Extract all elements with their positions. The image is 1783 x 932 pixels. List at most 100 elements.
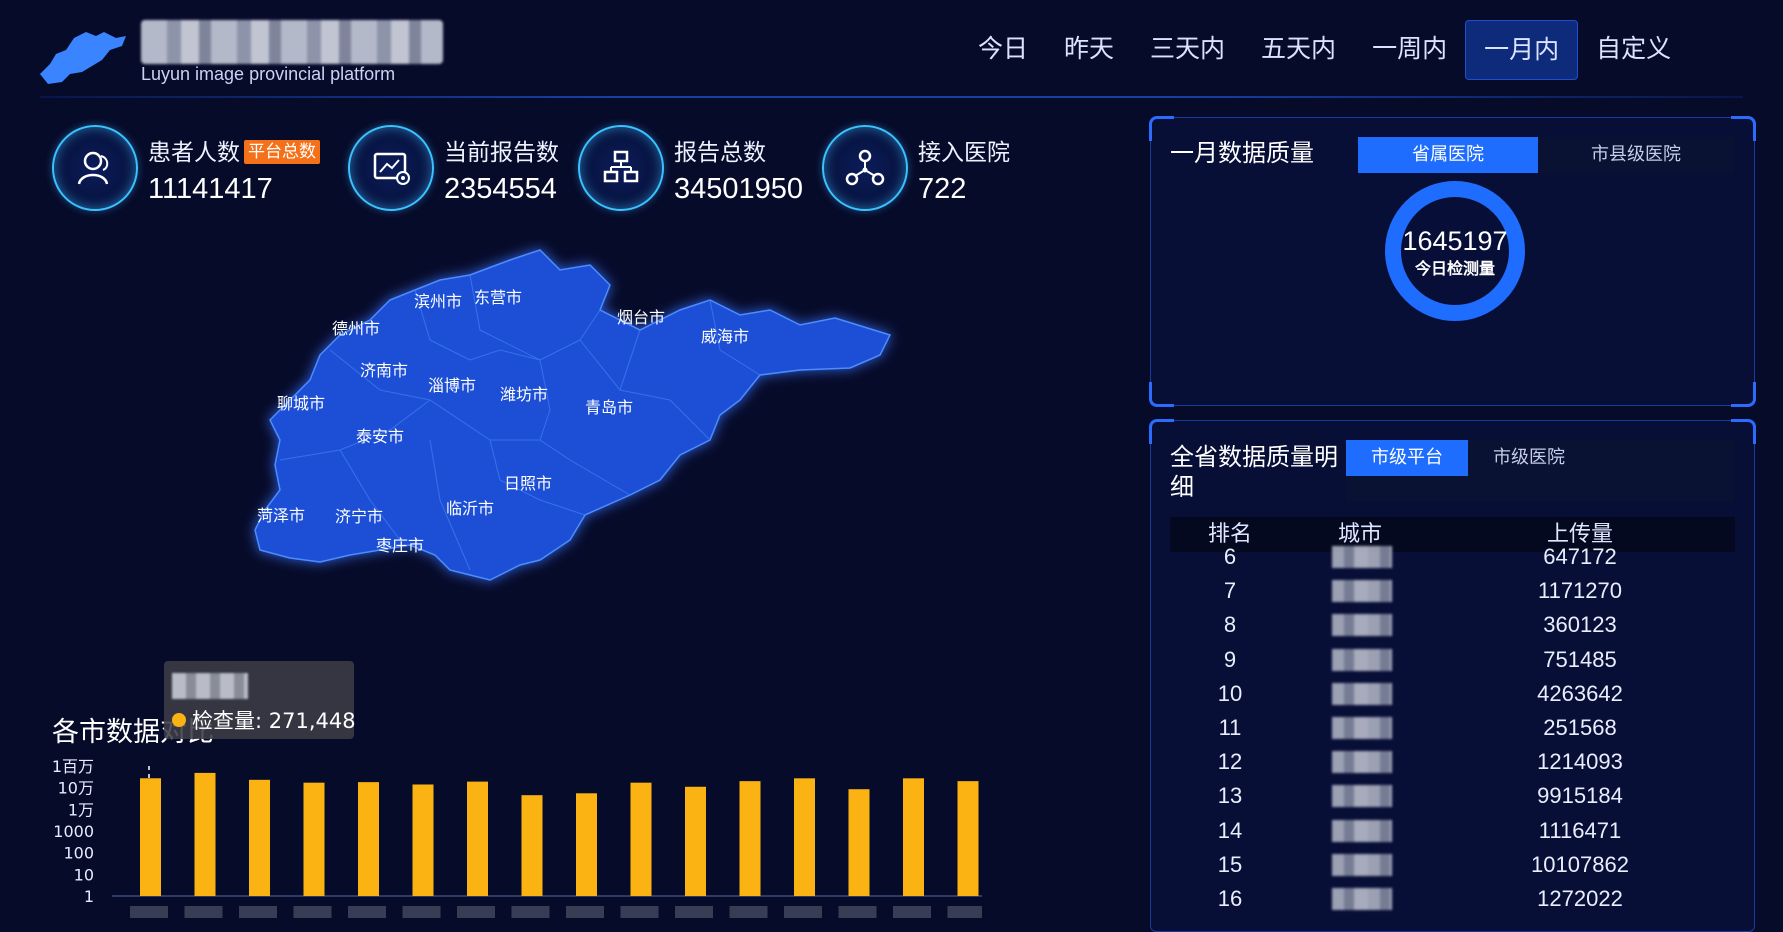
city-label-weihai[interactable]: 威海市 [701,327,749,346]
stat-total-reports: 报告总数 34501950 [578,125,818,215]
city-redacted [1332,888,1392,910]
x-tick-label-redacted [130,906,168,918]
x-tick-label-redacted [566,906,604,918]
rank-cell: 6 [1223,544,1237,569]
city-cell [1290,608,1430,642]
tab-city-platform[interactable]: 市级平台 [1346,440,1468,476]
bar[interactable] [739,781,761,896]
monitor-report-icon [348,125,434,211]
city-redacted [1332,853,1392,876]
rank-cell: 12 [1217,749,1243,775]
bar[interactable] [903,778,924,896]
patients-icon [52,125,138,211]
tab-five-days[interactable]: 五天内 [1243,20,1354,78]
tab-three-days[interactable]: 三天内 [1132,20,1243,78]
city-redacted [1332,717,1392,739]
y-tick-label: 1 [84,887,94,906]
bar[interactable] [576,793,597,896]
city-label-dezhou[interactable]: 德州市 [332,319,380,338]
city-redacted [1332,580,1392,603]
upload-cell: 647172 [1543,544,1617,569]
city-label-qingdao[interactable]: 青岛市 [585,398,633,417]
city-redacted [1332,546,1392,568]
x-tick-label-redacted [184,906,223,918]
upload-cell: 751485 [1543,646,1617,672]
tab-one-week[interactable]: 一周内 [1354,20,1465,78]
table-row[interactable]: 14 1116471 [1170,814,1735,848]
table-row[interactable]: 7 1171270 [1170,574,1735,608]
bar[interactable] [630,782,652,896]
y-tick-label: 10 [74,865,94,884]
tooltip-city-redacted [172,673,248,699]
x-tick-label-redacted [729,906,768,918]
city-label-rizhao[interactable]: 日照市 [504,474,552,493]
bar[interactable] [794,778,815,896]
bar[interactable] [194,772,216,896]
bar[interactable] [467,781,488,896]
city-label-zibo[interactable]: 淄博市 [428,376,476,395]
city-label-binzhou[interactable]: 滨州市 [414,292,462,311]
upload-cell: 1272022 [1537,886,1623,911]
bar[interactable] [412,784,434,896]
city-label-jinan[interactable]: 济南市 [360,361,408,380]
table-row[interactable]: 13 9915184 [1170,779,1735,813]
bar[interactable] [249,779,270,896]
table-row[interactable]: 11 251568 [1170,711,1735,745]
city-label-linyi[interactable]: 临沂市 [446,499,494,518]
tab-city-hospital[interactable]: 市级医院 [1468,440,1590,476]
city-label-jining[interactable]: 济宁市 [335,507,383,526]
city-redacted [1332,785,1392,808]
table-row[interactable]: 12 1214093 [1170,745,1735,779]
city-cell [1290,814,1430,848]
rank-cell: 13 [1217,783,1243,809]
x-tick-label-redacted [511,906,550,918]
table-row[interactable]: 15 10107862 [1170,848,1735,882]
table-row[interactable]: 6 647172 [1170,540,1735,574]
bar[interactable] [303,782,325,896]
time-range-tabs: 今日 昨天 三天内 五天内 一周内 一月内 自定义 [960,20,1689,80]
bar[interactable] [848,789,870,896]
tab-yesterday[interactable]: 昨天 [1046,20,1132,78]
city-comparison-chart[interactable]: 1 10 100 1000 1万 10万 1百万 [52,752,982,922]
tab-today[interactable]: 今日 [960,20,1046,78]
stat-value: 2354554 [444,173,557,205]
bar[interactable] [685,786,706,896]
table-row[interactable]: 8 360123 [1170,608,1735,642]
upload-cell: 360123 [1543,612,1617,638]
y-tick-label: 1百万 [52,757,94,776]
city-label-weifang[interactable]: 潍坊市 [500,385,548,404]
bar[interactable] [521,795,543,896]
tab-county-hospital[interactable]: 市县级医院 [1538,137,1734,173]
tooltip-series-dot [172,713,186,727]
tab-one-month[interactable]: 一月内 [1465,20,1579,80]
city-label-taian[interactable]: 泰安市 [356,427,404,446]
table-row[interactable]: 10 4263642 [1170,677,1735,711]
city-cell [1290,711,1430,745]
x-tick-label-redacted [402,906,441,918]
x-tick-label-redacted [239,906,277,918]
table-row[interactable]: 16 1272022 [1170,882,1735,916]
stat-value: 34501950 [674,173,804,205]
stat-value: 722 [918,173,967,205]
city-label-zaozhuang[interactable]: 枣庄市 [376,536,424,555]
tab-provincial-hospital[interactable]: 省属医院 [1358,137,1538,173]
x-tick-label-redacted [838,906,877,918]
table-row[interactable]: 9 751485 [1170,643,1735,677]
bar[interactable] [140,778,161,896]
upload-cell: 1171270 [1537,578,1622,604]
shandong-map[interactable]: 滨州市 东营市 德州市 烟台市 威海市 济南市 淄博市 潍坊市 聊城市 青岛市 … [240,240,920,700]
stat-current-reports: 当前报告数 2354554 [348,125,588,215]
y-tick-label: 1万 [68,800,94,819]
city-label-dongying[interactable]: 东营市 [474,288,522,307]
city-label-heze[interactable]: 菏泽市 [257,506,305,525]
tab-custom[interactable]: 自定义 [1578,20,1689,78]
bar[interactable] [957,781,979,896]
header-divider [40,96,1743,98]
stat-value: 11141417 [148,173,273,205]
shandong-logo-icon [40,32,126,84]
city-cell [1290,882,1430,916]
x-tick-label-redacted [784,906,822,918]
bar[interactable] [358,782,379,896]
city-label-yantai[interactable]: 烟台市 [617,308,665,327]
city-label-liaocheng[interactable]: 聊城市 [277,394,325,413]
